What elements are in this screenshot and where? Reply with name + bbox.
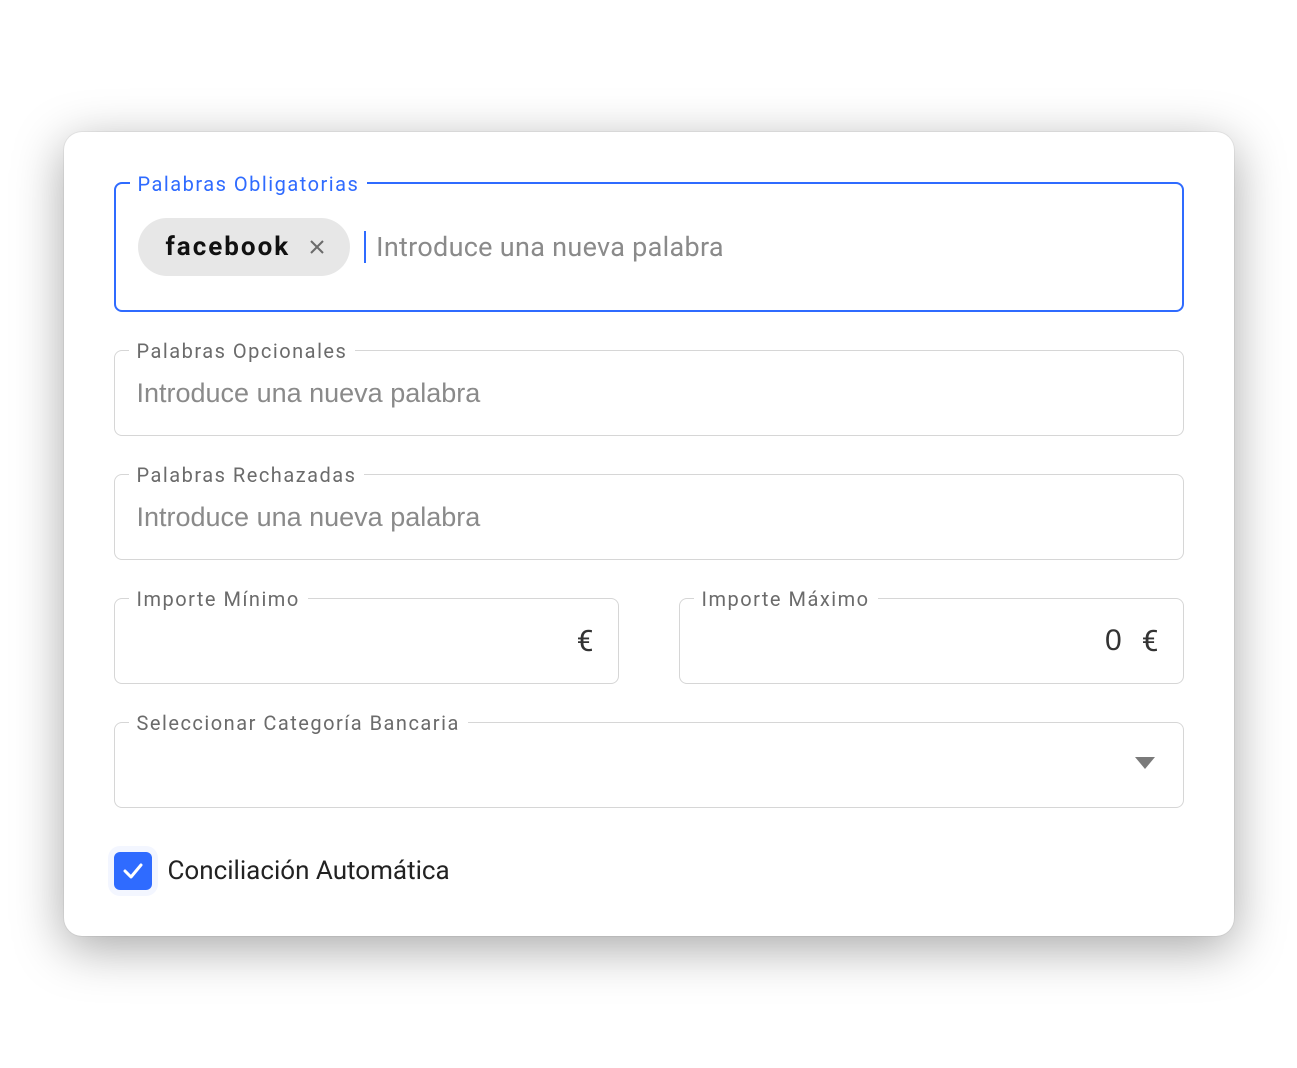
euro-symbol: €: [577, 624, 594, 659]
max-amount-label: Importe Máximo: [694, 587, 878, 611]
min-amount-label: Importe Mínimo: [129, 587, 308, 611]
min-amount-field[interactable]: Importe Mínimo €: [114, 598, 619, 684]
chip-remove-icon[interactable]: [306, 236, 328, 258]
optional-words-field[interactable]: Palabras Opcionales: [114, 350, 1184, 436]
min-amount-input[interactable]: [137, 624, 557, 658]
rejected-words-label: Palabras Rechazadas: [129, 463, 365, 487]
bank-category-field[interactable]: Seleccionar Categoría Bancaria: [114, 722, 1184, 808]
euro-symbol: €: [1142, 624, 1159, 659]
form-card: Palabras Obligatorias facebook Introduce…: [64, 132, 1234, 936]
mandatory-words-label: Palabras Obligatorias: [130, 172, 368, 196]
text-cursor: [364, 231, 366, 263]
bank-category-label: Seleccionar Categoría Bancaria: [129, 711, 468, 735]
auto-reconcile-row: Conciliación Automática: [114, 846, 1184, 896]
mandatory-words-field[interactable]: Palabras Obligatorias facebook Introduce…: [114, 182, 1184, 312]
word-chip: facebook: [138, 218, 351, 276]
chip-text: facebook: [166, 232, 291, 262]
rejected-words-input[interactable]: [137, 502, 1161, 533]
optional-words-label: Palabras Opcionales: [129, 339, 356, 363]
optional-words-input[interactable]: [137, 378, 1161, 409]
rejected-words-field[interactable]: Palabras Rechazadas: [114, 474, 1184, 560]
auto-reconcile-checkbox[interactable]: [114, 852, 152, 890]
max-amount-input[interactable]: [702, 624, 1122, 658]
max-amount-field[interactable]: Importe Máximo €: [679, 598, 1184, 684]
mandatory-words-placeholder: Introduce una nueva palabra: [376, 231, 724, 263]
chevron-down-icon: [1135, 756, 1155, 775]
auto-reconcile-label: Conciliación Automática: [168, 856, 450, 886]
